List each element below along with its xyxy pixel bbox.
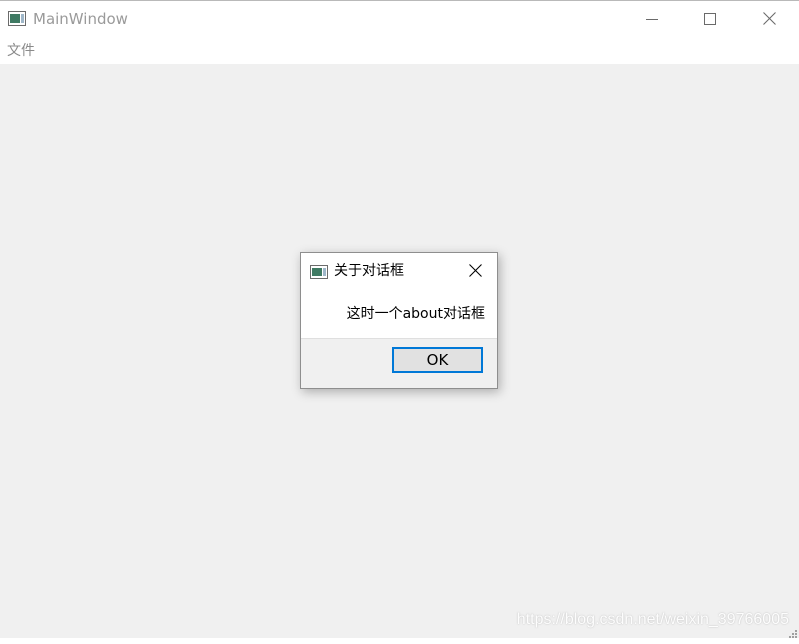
close-icon — [762, 10, 776, 29]
minimize-button[interactable] — [629, 1, 675, 37]
main-window: MainWindow 文件 关于对话框 这时一个about对话框 OK http… — [0, 0, 799, 638]
dialog-close-button[interactable] — [461, 259, 489, 283]
watermark-text: https://blog.csdn.net/weixin_39766005 — [516, 611, 789, 628]
app-window-icon — [310, 264, 328, 279]
dialog-button-box: OK — [301, 339, 497, 388]
dialog-message: 这时一个about对话框 — [346, 306, 485, 322]
menu-item-file[interactable]: 文件 — [7, 43, 35, 59]
size-grip-icon[interactable] — [787, 625, 798, 638]
app-window-icon — [8, 11, 26, 26]
dialog-body: 这时一个about对话框 — [301, 289, 497, 339]
dialog-title-bar[interactable]: 关于对话框 — [301, 253, 497, 289]
ok-button[interactable]: OK — [392, 347, 483, 373]
maximize-icon — [704, 10, 716, 29]
close-button[interactable] — [746, 1, 792, 37]
title-bar[interactable]: MainWindow — [0, 1, 799, 38]
maximize-button[interactable] — [687, 1, 733, 37]
window-title: MainWindow — [33, 10, 128, 28]
close-icon — [468, 262, 482, 281]
menu-bar: 文件 — [0, 38, 799, 64]
about-dialog: 关于对话框 这时一个about对话框 OK — [300, 252, 498, 389]
minimize-icon — [646, 10, 658, 29]
dialog-title: 关于对话框 — [334, 263, 404, 279]
